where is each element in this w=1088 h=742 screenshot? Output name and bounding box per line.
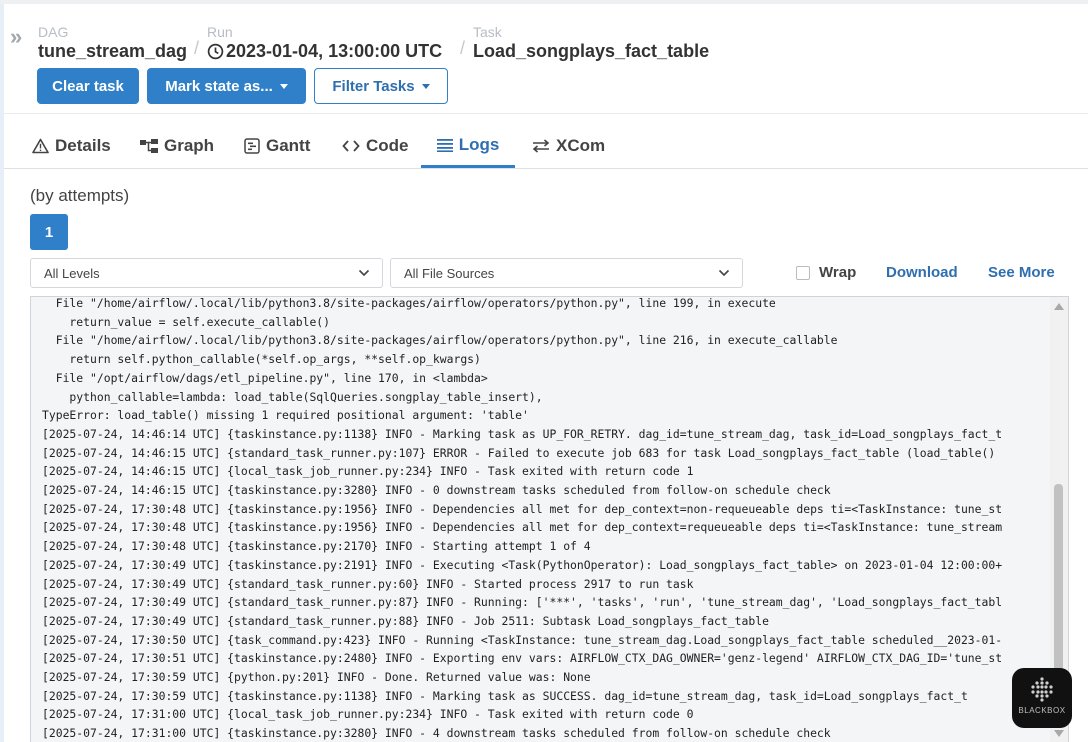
breadcrumb-run[interactable]: Run 2023-01-04, 13:00:00 UTC [207, 24, 442, 62]
tab-xcom[interactable]: XCom [532, 124, 605, 168]
top-border [0, 0, 1088, 4]
log-line: [2025-07-24, 17:30:51 UTC] {taskinstance… [42, 651, 1003, 666]
breadcrumb-dag-value[interactable]: tune_stream_dag [38, 40, 187, 62]
log-line: [2025-07-24, 17:30:50 UTC] {task_command… [42, 632, 1003, 647]
filter-tasks-button[interactable]: Filter Tasks [314, 68, 448, 104]
log-line: [2025-07-24, 17:30:48 UTC] {taskinstance… [42, 520, 1003, 535]
attempt-button[interactable]: 1 [30, 214, 68, 250]
blackbox-widget[interactable]: BLACKBOX [1012, 668, 1072, 728]
breadcrumb-task-label: Task [473, 24, 502, 40]
log-output[interactable]: File "/home/airflow/.local/lib/python3.8… [30, 296, 1069, 742]
tab-gantt[interactable]: Gantt [244, 124, 310, 168]
mark-state-label: Mark state as... [165, 77, 273, 95]
log-line: [2025-07-24, 17:30:49 UTC] {taskinstance… [42, 557, 1003, 572]
log-line: [2025-07-24, 17:30:48 UTC] {taskinstance… [42, 501, 1003, 516]
file-source-select[interactable]: All File Sources [390, 258, 743, 288]
see-more-link[interactable]: See More [988, 264, 1055, 281]
log-line: [2025-07-24, 14:46:14 UTC] {taskinstance… [42, 426, 1003, 441]
tab-code-label: Code [366, 136, 409, 155]
caret-down-icon [279, 83, 288, 89]
breadcrumb-dag-label: DAG [38, 24, 69, 40]
log-line: [2025-07-24, 14:46:15 UTC] {taskinstance… [42, 483, 831, 497]
breadcrumb-separator: / [460, 38, 466, 58]
breadcrumb-separator: / [194, 38, 200, 58]
log-line: return self.python_callable(*self.op_arg… [42, 352, 481, 367]
tab-details[interactable]: Details [32, 124, 111, 168]
log-level-value: All Levels [44, 265, 100, 281]
log-line: File "/home/airflow/.local/lib/python3.8… [42, 333, 838, 348]
chevron-down-icon [718, 269, 730, 277]
chevron-down-icon [358, 269, 370, 277]
file-source-value: All File Sources [404, 265, 495, 281]
log-line: [2025-07-24, 14:46:15 UTC] {standard_tas… [42, 445, 996, 460]
log-line: [2025-07-24, 17:31:00 UTC] {taskinstance… [42, 726, 831, 741]
wrap-label: Wrap [819, 264, 857, 281]
tab-details-label: Details [55, 136, 111, 155]
log-line: return_value = self.execute_callable() [42, 314, 331, 329]
blackbox-label: BLACKBOX [1018, 706, 1066, 715]
log-line: [2025-07-24, 14:46:15 UTC] {local_task_j… [42, 464, 694, 479]
breadcrumb-dag[interactable]: DAG tune_stream_dag [38, 24, 187, 62]
log-line: [2025-07-24, 17:30:59 UTC] {python.py:20… [42, 670, 591, 684]
expand-sidebar-icon[interactable]: » [10, 24, 22, 50]
tab-logs-label: Logs [458, 134, 500, 154]
nav-rail [0, 4, 4, 742]
tab-xcom-label: XCom [556, 136, 606, 155]
blackbox-logo-icon [1031, 677, 1053, 702]
wrap-toggle[interactable]: Wrap [796, 264, 856, 281]
gantt-icon [244, 138, 260, 154]
tab-graph-label: Graph [164, 136, 215, 155]
caret-down-icon [421, 83, 430, 89]
log-line: [2025-07-24, 17:31:00 UTC] {local_task_j… [42, 707, 694, 722]
tab-graph[interactable]: Graph [140, 124, 214, 168]
graph-icon [140, 138, 158, 154]
log-line: python_callable=lambda: load_table(SqlQu… [42, 389, 543, 404]
tabs-divider [4, 168, 1088, 169]
log-level-select[interactable]: All Levels [30, 258, 383, 288]
clock-icon [207, 43, 224, 59]
breadcrumb-task-value[interactable]: Load_songplays_fact_table [473, 40, 709, 62]
log-line: [2025-07-24, 17:30:49 UTC] {standard_tas… [42, 613, 769, 628]
clear-task-button[interactable]: Clear task [37, 68, 139, 104]
breadcrumb-task[interactable]: Task Load_songplays_fact_table [473, 24, 709, 62]
log-line: File "/home/airflow/.local/lib/python3.8… [42, 296, 776, 310]
tab-logs[interactable]: Logs [421, 124, 515, 168]
mark-state-button[interactable]: Mark state as... [147, 68, 306, 104]
warning-triangle-icon [32, 138, 49, 154]
breadcrumb-run-value[interactable]: 2023-01-04, 13:00:00 UTC [226, 40, 442, 62]
list-icon [436, 138, 453, 152]
log-line: File "/opt/airflow/dags/etl_pipeline.py"… [42, 370, 488, 385]
clear-task-label: Clear task [52, 77, 124, 95]
log-line: TypeError: load_table() missing 1 requir… [42, 408, 529, 423]
log-line: [2025-07-24, 17:30:49 UTC] {standard_tas… [42, 576, 694, 591]
log-line: [2025-07-24, 17:30:48 UTC] {taskinstance… [42, 539, 591, 554]
tab-code[interactable]: Code [342, 124, 409, 168]
breadcrumb-run-label: Run [207, 24, 233, 40]
scroll-up-icon[interactable] [1054, 303, 1064, 310]
download-link[interactable]: Download [886, 264, 958, 281]
tab-gantt-label: Gantt [266, 136, 311, 155]
log-line: [2025-07-24, 17:30:49 UTC] {standard_tas… [42, 595, 1003, 610]
code-icon [342, 139, 360, 153]
divider [4, 113, 1088, 114]
wrap-checkbox[interactable] [796, 265, 810, 280]
exchange-icon [532, 139, 550, 153]
scroll-down-icon[interactable] [1054, 730, 1064, 737]
filter-tasks-label: Filter Tasks [332, 77, 415, 95]
log-line: [2025-07-24, 17:30:59 UTC] {taskinstance… [42, 688, 968, 703]
attempts-label: (by attempts) [30, 186, 130, 205]
